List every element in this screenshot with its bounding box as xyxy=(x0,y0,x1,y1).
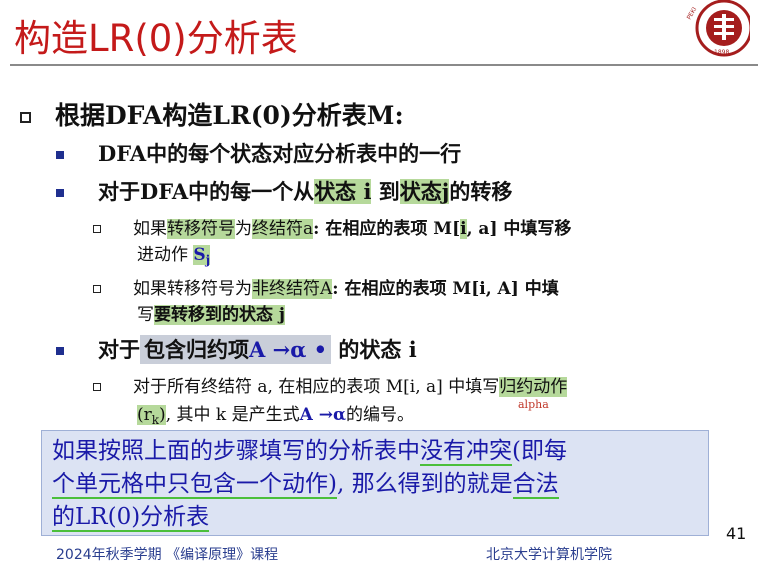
reduce-item-label: 包含归约项 xyxy=(144,337,249,362)
rk-close: ) xyxy=(159,405,166,425)
page-number: 41 xyxy=(726,524,747,543)
reduce-rule-text-2: , 其中 k 是产生式 xyxy=(165,405,300,425)
filled-square-bullet-icon xyxy=(56,347,64,355)
callout-text: 如果按照上面的步骤填写的分析表中没有冲突(即每个单元格中只包含一个动作), 那么… xyxy=(52,435,702,534)
reduce-item: 对于 包含归约项A →α • 的状态 i xyxy=(56,334,417,364)
nonterminal-a-highlight: 非终结符A xyxy=(252,279,333,299)
terminal-text-2: 为 xyxy=(235,219,252,239)
no-conflict-underline: 没有冲突 xyxy=(420,438,512,466)
terminal-line2-text: 进动作 xyxy=(137,245,194,265)
nonterminal-text-2: : 在相应的表项 M[i, A] 中填 xyxy=(332,279,559,299)
reduce-text-2: 的状态 i xyxy=(331,337,417,362)
lr0-table-underline: 的LR(0)分析表 xyxy=(52,504,210,532)
reduce-text-1: 对于 xyxy=(98,337,140,362)
terminal-rule-line2: 进动作 Sj xyxy=(137,240,211,267)
small-square-bullet-icon xyxy=(93,285,101,293)
conclusion-callout: 如果按照上面的步骤填写的分析表中没有冲突(即每个单元格中只包含一个动作), 那么… xyxy=(41,430,709,536)
svg-text:PEKI: PEKI xyxy=(686,6,699,21)
callout-text-2: (即每 xyxy=(512,438,567,464)
nonterminal-line2-text: 写 xyxy=(137,305,154,325)
rk-subscript: k xyxy=(151,413,160,427)
reduce-production: A →α • xyxy=(249,337,328,362)
terminal-text-1: 如果 xyxy=(133,219,167,239)
filled-square-bullet-icon xyxy=(56,189,64,197)
filled-square-bullet-icon xyxy=(56,151,64,159)
main-bullet-text: 根据DFA构造LR(0)分析表M: xyxy=(55,101,404,130)
reduce-rule-text-3: 的编号。 xyxy=(346,405,415,425)
terminal-text-3: : 在相应的表项 M[ xyxy=(313,219,461,239)
nonterminal-text-1: 如果转移符号为 xyxy=(133,279,252,299)
row-rule-text: DFA中的每个状态对应分析表中的一行 xyxy=(98,141,462,166)
footer-course: 2024年秋季学期 《编译原理》课程 xyxy=(56,547,279,563)
terminal-a-highlight: 终结符a xyxy=(252,219,314,239)
reduce-action-highlight: 归约动作 xyxy=(499,377,568,397)
shift-action: Sj xyxy=(193,245,211,267)
footer-school: 北京大学计算机学院 xyxy=(486,547,612,563)
state-i-highlight: 状态 i xyxy=(314,179,372,204)
goto-state-highlight: 要转移到的状态 j xyxy=(154,305,286,325)
main-bullet: 根据DFA构造LR(0)分析表M: xyxy=(20,96,404,132)
nonterminal-rule-line2: 写要转移到的状态 j xyxy=(137,300,286,325)
title-divider xyxy=(10,64,758,66)
small-square-bullet-icon xyxy=(93,225,101,233)
terminal-rule-line1: 如果转移符号为终结符a: 在相应的表项 M[i, a] 中填写移 xyxy=(93,214,571,239)
transition-item: 对于DFA中的每一个从状态 i 到状态j的转移 xyxy=(56,176,512,206)
production-label: A →α xyxy=(299,405,347,425)
one-action-underline: 个单元格中只包含一个动作) xyxy=(52,471,337,499)
reduce-rule-line1: 对于所有终结符 a, 在相应的表项 M[i, a] 中填写归约动作 xyxy=(93,372,568,397)
transition-symbol-highlight: 转移符号 xyxy=(167,219,235,239)
reduce-rule-line2: (rk), 其中 k 是产生式A →α的编号。 xyxy=(137,400,414,427)
state-j-highlight: 状态j xyxy=(399,179,450,204)
transition-text-1: 对于DFA中的每一个从 xyxy=(98,179,315,204)
rk-open: (r xyxy=(137,405,152,425)
terminal-text-4: , a] 中填写移 xyxy=(466,219,572,239)
alpha-note: alpha xyxy=(518,398,549,411)
small-square-bullet-icon xyxy=(93,383,101,391)
shift-symbol: S xyxy=(193,245,206,265)
reduce-item-highlight: 包含归约项A →α • xyxy=(140,335,332,364)
legal-underline: 合法 xyxy=(512,471,559,499)
transition-text-3: 的转移 xyxy=(449,179,513,204)
transition-text-2: 到 xyxy=(371,179,400,204)
outline-square-bullet-icon xyxy=(20,112,31,123)
row-rule-item: DFA中的每个状态对应分析表中的一行 xyxy=(56,138,461,168)
slide-title: 构造LR(0)分析表 xyxy=(14,17,298,60)
shift-subscript: j xyxy=(205,253,211,267)
callout-text-1: 如果按照上面的步骤填写的分析表中 xyxy=(52,438,420,464)
nonterminal-rule-line1: 如果转移符号为非终结符A: 在相应的表项 M[i, A] 中填 xyxy=(93,274,559,299)
reduce-rule-text-1: 对于所有终结符 a, 在相应的表项 M[i, a] 中填写 xyxy=(133,377,500,397)
svg-text:1898: 1898 xyxy=(714,49,729,56)
callout-text-3: , 那么得到的就是 xyxy=(336,471,513,497)
university-seal-logo: PEKI 1898 xyxy=(686,0,750,57)
reduce-rk: (rk) xyxy=(137,405,166,427)
